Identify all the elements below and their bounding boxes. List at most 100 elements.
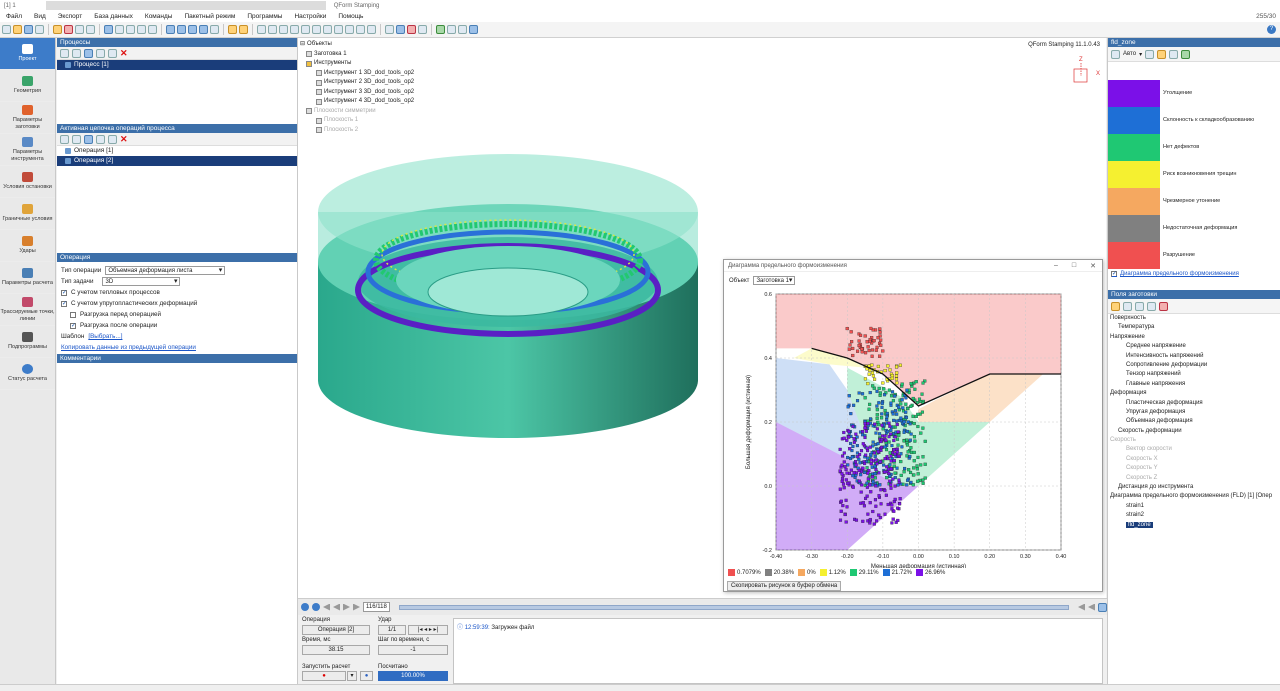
nav-blows[interactable]: Удары <box>0 230 55 262</box>
tree-tool[interactable]: Инструмент 2 3D_dod_tools_op2 <box>300 78 414 88</box>
unload-before-checkbox[interactable] <box>70 311 76 318</box>
menu-view[interactable]: Вид <box>28 13 52 20</box>
scale-mode-select[interactable]: Авто <box>1123 51 1136 57</box>
export-icon[interactable] <box>458 25 467 34</box>
menu-batch[interactable]: Пакетный режим <box>178 13 241 20</box>
duplicate-operation-icon[interactable] <box>108 134 117 144</box>
menu-settings[interactable]: Настройки <box>288 13 332 20</box>
nav-tracking[interactable]: Трассируемые точки, линии <box>0 294 55 326</box>
chevron-down-icon[interactable]: ▾ <box>1139 51 1142 58</box>
field-item[interactable]: Сопротивление деформации <box>1110 361 1280 370</box>
field-tools-icon[interactable] <box>1147 301 1156 311</box>
highlight-icon[interactable] <box>1157 49 1167 59</box>
rotate-x-icon[interactable] <box>199 25 208 34</box>
field-item[interactable]: strain2 <box>1110 511 1280 520</box>
tree-tool[interactable]: Инструмент 4 3D_dod_tools_op2 <box>300 97 414 107</box>
fld-object-select[interactable]: Заготовка 1 <box>753 276 796 285</box>
new-file-icon[interactable] <box>2 25 11 34</box>
field-item[interactable]: Скорость <box>1110 436 1280 445</box>
save-icon[interactable] <box>24 25 33 34</box>
minimize-icon[interactable]: – <box>1054 262 1058 270</box>
field-section-icon[interactable] <box>1135 301 1144 311</box>
field-item[interactable]: Среднее напряжение <box>1110 342 1280 351</box>
run-button[interactable]: ● <box>302 671 346 681</box>
field-view-icon[interactable] <box>1111 301 1120 311</box>
nav-boundary-conditions[interactable]: Граничные условия <box>0 198 55 230</box>
monitor-icon[interactable] <box>104 25 113 34</box>
maximize-icon[interactable]: □ <box>1072 262 1076 270</box>
template-select-link[interactable]: [Выбрать...] <box>88 333 122 340</box>
zoom-out-icon[interactable] <box>126 25 135 34</box>
field-item[interactable]: fld_zone <box>1110 521 1280 530</box>
view-top-icon[interactable] <box>301 25 310 34</box>
view-front-icon[interactable] <box>323 25 332 34</box>
view-left-icon[interactable] <box>345 25 354 34</box>
redo-icon[interactable] <box>268 25 277 34</box>
delete-process-icon[interactable]: ✕ <box>120 48 128 58</box>
field-item[interactable]: Вектор скорости <box>1110 445 1280 454</box>
run-mode-button[interactable]: ● <box>360 671 373 681</box>
mesh-icon[interactable] <box>407 25 416 34</box>
zoom-window-icon[interactable] <box>137 25 146 34</box>
blow-nav-buttons[interactable]: |◂ ◂ ▸ ▸| <box>408 625 448 635</box>
copy-process-icon[interactable] <box>84 48 93 58</box>
insert-operation-icon[interactable] <box>72 134 81 144</box>
view-iso-icon[interactable] <box>367 25 376 34</box>
elastoplastic-checkbox[interactable]: ✓ <box>61 300 67 307</box>
ruler-icon[interactable] <box>385 25 394 34</box>
operation-item[interactable]: Операция [1] <box>57 146 297 156</box>
tree-symmetry-group[interactable]: Плоскости симметрии <box>300 107 414 117</box>
cut-plane-icon[interactable] <box>396 25 405 34</box>
chart-icon[interactable] <box>436 25 445 34</box>
nav-calc-params[interactable]: Параметры расчета <box>0 262 55 294</box>
menu-database[interactable]: База данных <box>88 13 139 20</box>
nav-calc-status[interactable]: Статус расчета <box>0 358 55 390</box>
operation-type-select[interactable]: Объемная деформация листа <box>105 266 226 275</box>
copy-operation-icon[interactable] <box>84 134 93 144</box>
field-item[interactable]: Температура <box>1110 323 1280 332</box>
nav-subroutines[interactable]: Подпрограммы <box>0 326 55 358</box>
volume-icon[interactable] <box>1078 603 1085 611</box>
timeline-slider[interactable] <box>398 604 1069 610</box>
view-bottom-icon[interactable] <box>312 25 321 34</box>
field-item[interactable]: Скорость Z <box>1110 474 1280 483</box>
palette-icon[interactable] <box>1111 49 1120 59</box>
add-process-icon[interactable] <box>60 48 69 58</box>
field-item[interactable]: Тензор напряжений <box>1110 370 1280 379</box>
field-item[interactable]: Диаграмма предельного формоизменения (FL… <box>1110 492 1280 501</box>
fld-link[interactable]: ✓ Диаграмма предельного формоизменения <box>1108 269 1280 279</box>
open-folder-icon[interactable] <box>13 25 22 34</box>
field-settings-icon[interactable] <box>1159 301 1168 311</box>
undo-icon[interactable] <box>257 25 266 34</box>
operation-item[interactable]: Операция [2] <box>57 156 297 166</box>
frame-counter[interactable]: 116/118 <box>363 602 390 612</box>
tree-tools-group[interactable]: Инструменты <box>300 59 414 69</box>
field-item[interactable]: Дистанция до инструмента <box>1110 483 1280 492</box>
menu-export[interactable]: Экспорт <box>52 13 88 20</box>
close-icon[interactable]: ✕ <box>1090 262 1096 270</box>
move-operation-icon[interactable] <box>96 134 105 144</box>
fld-link-checkbox[interactable]: ✓ <box>1111 271 1117 277</box>
shaded-icon[interactable] <box>290 25 299 34</box>
menu-programs[interactable]: Программы <box>241 13 288 20</box>
nav-tool-params[interactable]: Параметры инструмента <box>0 134 55 166</box>
delete-operation-icon[interactable]: ✕ <box>120 134 128 144</box>
duplicate-process-icon[interactable] <box>108 48 117 58</box>
field-item[interactable]: Скорость Y <box>1110 464 1280 473</box>
run-dropdown[interactable]: ▾ <box>347 671 357 681</box>
view-right-icon[interactable] <box>356 25 365 34</box>
field-item[interactable]: Скорость деформации <box>1110 427 1280 436</box>
view-back-icon[interactable] <box>334 25 343 34</box>
menu-commands[interactable]: Команды <box>139 13 179 20</box>
move-process-icon[interactable] <box>96 48 105 58</box>
menu-help[interactable]: Помощь <box>332 13 369 20</box>
pan-icon[interactable] <box>166 25 175 34</box>
view-mode-icon[interactable] <box>228 25 237 34</box>
insert-process-icon[interactable] <box>72 48 81 58</box>
task-type-select[interactable]: 3D <box>102 277 181 286</box>
field-item[interactable]: Главные напряжения <box>1110 380 1280 389</box>
stop-icon[interactable] <box>64 25 73 34</box>
record-icon[interactable] <box>1098 602 1107 612</box>
field-iso-icon[interactable] <box>1123 301 1132 311</box>
field-item[interactable]: Напряжение <box>1110 333 1280 342</box>
